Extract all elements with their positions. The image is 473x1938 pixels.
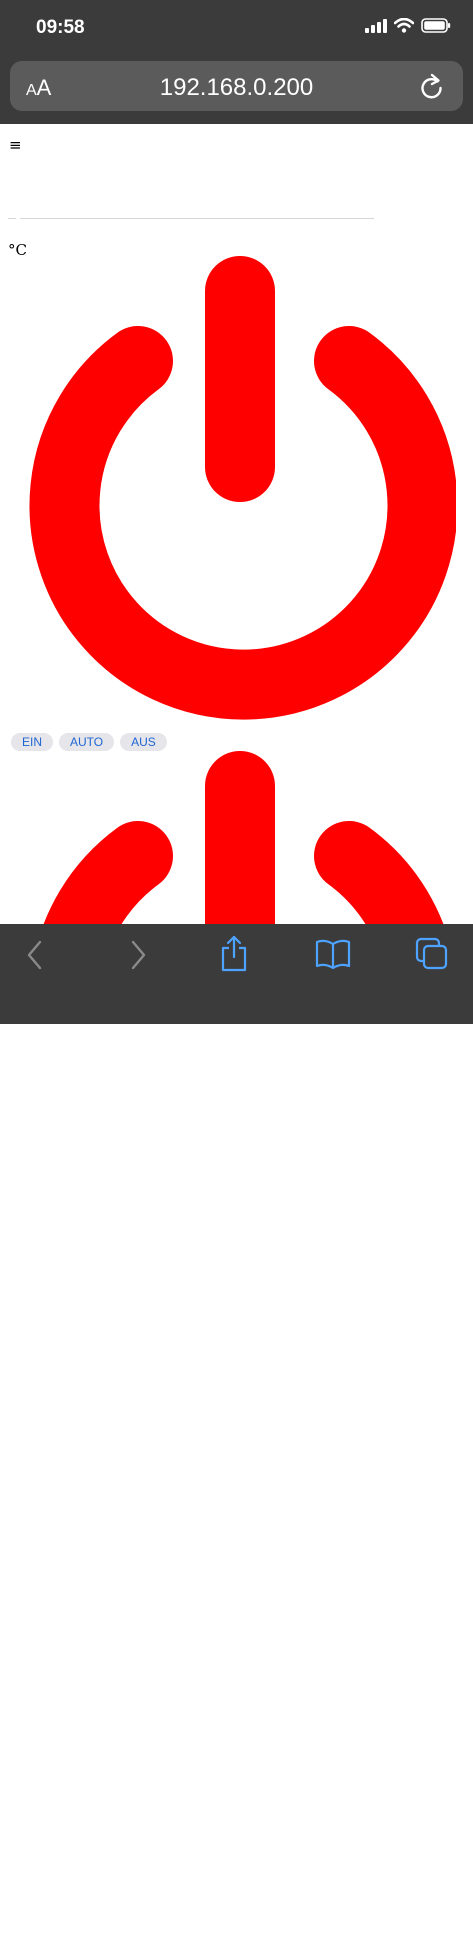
power-icon-second[interactable] [16, 744, 456, 924]
forward-icon[interactable] [127, 938, 149, 972]
power-icon[interactable] [16, 249, 456, 729]
bookmarks-icon[interactable] [314, 938, 352, 970]
status-time: 09:58 [36, 17, 85, 38]
back-icon[interactable] [24, 938, 46, 972]
tabs-icon[interactable] [414, 936, 450, 972]
bottom-toolbar [0, 924, 473, 1938]
status-bar: 09:58 [0, 0, 473, 56]
menu-icon[interactable]: ≡ [9, 136, 22, 154]
address-bar[interactable]: AA 192.168.0.200 [10, 61, 463, 111]
reload-icon[interactable] [419, 73, 445, 101]
share-icon[interactable] [219, 934, 249, 972]
address-bar-container: AA 192.168.0.200 [0, 56, 473, 124]
wifi-icon [394, 18, 414, 33]
home-indicator [152, 1932, 321, 1938]
url-text[interactable]: 192.168.0.200 [10, 74, 463, 102]
divider [8, 218, 374, 219]
signal-icon [365, 18, 387, 33]
page-content: ≡ °C EIN AUTO AUS [0, 124, 473, 924]
status-icons [365, 18, 451, 33]
battery-icon [421, 18, 451, 33]
